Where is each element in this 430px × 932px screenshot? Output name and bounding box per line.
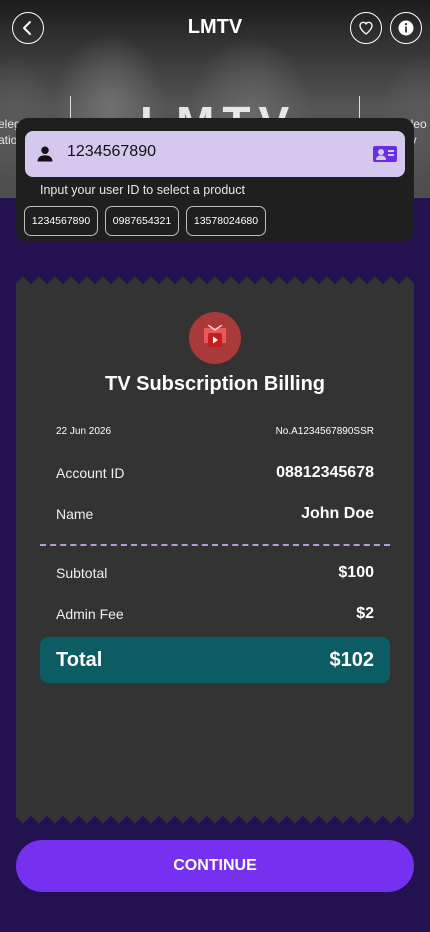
info-button[interactable]: [390, 12, 422, 44]
total-row: Total $102: [40, 637, 390, 683]
user-id-value: 1234567890: [67, 143, 156, 160]
receipt-date: 22 Jun 2026: [56, 426, 112, 437]
receipt-number: No.A1234567890SSR: [275, 426, 374, 437]
admin-fee-label: Admin Fee: [56, 606, 124, 622]
account-id-label: Account ID: [56, 465, 125, 481]
name-value: John Doe: [301, 505, 374, 522]
suggestion-chip[interactable]: 13578024680: [186, 206, 266, 236]
subtotal-value: $100: [338, 564, 374, 581]
account-id-value: 08812345678: [276, 464, 374, 481]
admin-fee-value: $2: [356, 605, 374, 622]
user-id-card: 1234567890 Input your user ID to select …: [16, 118, 414, 242]
suggestion-chip[interactable]: 0987654321: [105, 206, 179, 236]
continue-button[interactable]: CONTINUE: [16, 840, 414, 892]
total-label: Total: [56, 649, 103, 671]
user-id-input[interactable]: 1234567890: [25, 131, 405, 177]
user-id-hint: Input your user ID to select a product: [40, 183, 245, 197]
favorite-button[interactable]: [350, 12, 382, 44]
tv-logo: [189, 312, 241, 364]
person-icon: [37, 146, 53, 162]
subtotal-label: Subtotal: [56, 565, 108, 581]
name-label: Name: [56, 506, 94, 522]
contact-card-icon[interactable]: [373, 143, 397, 165]
dashed-divider: [40, 544, 390, 546]
tv-play-icon: [204, 325, 226, 347]
suggestion-chip[interactable]: 1234567890: [24, 206, 98, 236]
total-value: $102: [329, 649, 375, 671]
heart-icon: [359, 21, 373, 35]
receipt-title: TV Subscription Billing: [105, 373, 325, 395]
billing-receipt: TV Subscription Billing 22 Jun 2026 No.A…: [16, 276, 414, 824]
info-icon: [398, 20, 414, 36]
